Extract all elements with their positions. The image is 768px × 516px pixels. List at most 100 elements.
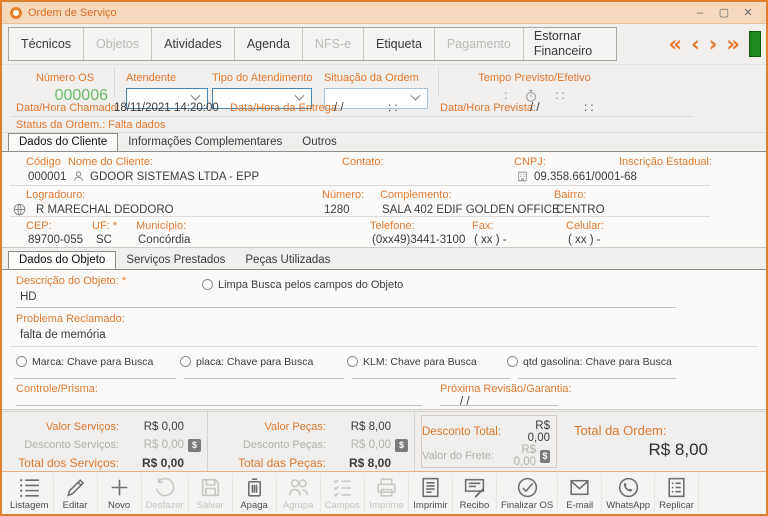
qtd-gasolina-input[interactable] — [518, 378, 676, 379]
telefone-value[interactable]: (0xx49)3441-3100 — [372, 234, 465, 246]
proxima-revisao-value[interactable]: / / — [460, 396, 470, 408]
limpa-busca-radio[interactable] — [202, 279, 213, 290]
minimize-button[interactable]: – — [690, 5, 710, 21]
tab-pecas-utilizadas[interactable]: Peças Utilizadas — [235, 252, 340, 269]
document-icon — [418, 475, 443, 500]
codigo-value[interactable]: 000001 — [28, 171, 66, 183]
listagem-button[interactable]: Listagem — [6, 474, 54, 514]
tab-agenda[interactable]: Agenda — [235, 28, 303, 60]
desconto-servicos-money-button[interactable]: $ — [188, 439, 201, 452]
proxima-revisao-input[interactable] — [440, 405, 558, 406]
numero-value[interactable]: 1280 — [324, 204, 350, 216]
tab-estornar-financeiro[interactable]: Estornar Financeiro — [524, 28, 616, 60]
uf-value[interactable]: SC — [96, 234, 112, 246]
tab-outros[interactable]: Outros — [292, 134, 347, 151]
logradouro-label: Logradouro: — [26, 189, 85, 201]
whatsapp-icon — [616, 475, 641, 500]
client-person-icon[interactable] — [72, 170, 85, 183]
fax-value[interactable]: ( xx ) - — [474, 234, 507, 246]
desconto-pecas-value: R$ 0,00 — [336, 439, 391, 451]
complemento-label: Complemento: — [380, 189, 452, 201]
totals-band: Valor Serviços: R$ 0,00 Desconto Serviço… — [2, 411, 766, 471]
agrupa-button: Agrupa — [277, 474, 321, 514]
tab-dados-do-cliente[interactable]: Dados do Cliente — [8, 133, 118, 152]
tab-tecnicos[interactable]: Técnicos — [9, 28, 84, 60]
hora-entrega-value[interactable]: : : — [388, 102, 398, 114]
apaga-button[interactable]: Apaga — [233, 474, 277, 514]
data-hora-entrega-label: Data/Hora da Entrega: — [230, 102, 340, 114]
placa-radio[interactable] — [180, 356, 191, 367]
novo-button[interactable]: Novo — [98, 474, 142, 514]
controle-prisma-label: Controle/Prisma: — [16, 383, 98, 395]
total-ordem-value: R$ 8,00 — [648, 440, 708, 460]
next-record-button[interactable]: › — [709, 34, 718, 55]
proxima-revisao-label: Próxima Revisão/Garantia: — [440, 383, 571, 395]
tab-atividades[interactable]: Atividades — [152, 28, 235, 60]
envelope-icon — [567, 475, 592, 500]
qtd-gasolina-radio[interactable] — [507, 356, 518, 367]
cep-value[interactable]: 89700-055 — [28, 234, 83, 246]
marca-radio[interactable] — [16, 356, 27, 367]
divider — [10, 216, 710, 217]
data-entrega-value[interactable]: / / — [334, 102, 344, 114]
placa-input[interactable] — [184, 378, 344, 379]
cnpj-value[interactable]: 09.358.661/0001-68 — [534, 171, 637, 183]
editar-button[interactable]: Editar — [54, 474, 98, 514]
whatsapp-button[interactable]: WhatsApp — [602, 474, 655, 514]
previous-record-button[interactable]: ‹ — [691, 34, 700, 55]
tab-dados-do-objeto[interactable]: Dados do Objeto — [8, 251, 116, 270]
municipio-value[interactable]: Concórdia — [138, 234, 190, 246]
tipo-atendimento-label: Tipo do Atendimento — [212, 72, 313, 84]
desconto-pecas-money-button[interactable]: $ — [395, 439, 408, 452]
numero-os-label: Número OS — [36, 72, 94, 84]
status-ordem-value: Falta dados — [108, 119, 165, 131]
floppy-disk-icon — [198, 475, 223, 500]
hora-prevista-value[interactable]: : : — [584, 102, 594, 114]
bairro-value[interactable]: CENTRO — [556, 204, 605, 216]
desconto-total-label: Desconto Total: — [422, 426, 501, 438]
email-button[interactable]: E-mail — [558, 474, 602, 514]
logradouro-value[interactable]: R MARECHAL DEODORO — [36, 204, 174, 216]
celular-value[interactable]: ( xx ) - — [568, 234, 601, 246]
first-record-button[interactable]: « — [669, 34, 683, 55]
record-state-indicator — [749, 31, 761, 57]
order-header: Número OS 000006 Atendente Tipo do Atend… — [2, 64, 766, 99]
check-circle-icon — [515, 475, 540, 500]
imprimir-button[interactable]: Imprimir — [409, 474, 453, 514]
marca-input[interactable] — [14, 378, 176, 379]
globe-icon[interactable] — [12, 202, 27, 217]
numero-label: Número: — [322, 189, 364, 201]
descricao-objeto-value[interactable]: HD — [20, 291, 37, 303]
frete-money-button[interactable]: $ — [540, 450, 550, 463]
total-ordem-label: Total da Ordem: — [574, 423, 667, 438]
recibo-button[interactable]: Recibo — [453, 474, 497, 514]
replicar-button[interactable]: Replicar — [655, 474, 699, 514]
close-button[interactable]: ✕ — [738, 5, 758, 21]
ordem-de-servico-window: Ordem de Serviço – ▢ ✕ Técnicos Objetos … — [0, 0, 768, 516]
status-row: Status da Ordem.: Falta dados — [2, 117, 766, 133]
finalizar-os-button[interactable]: Finalizar OS — [497, 474, 558, 514]
data-prevista-value[interactable]: / / — [530, 102, 540, 114]
tab-informacoes-complementares[interactable]: Informações Complementares — [118, 134, 292, 151]
controle-prisma-input[interactable] — [16, 405, 422, 406]
tab-servicos-prestados[interactable]: Serviços Prestados — [116, 252, 235, 269]
desfazer-button: Desfazer — [142, 474, 189, 514]
complemento-value[interactable]: SALA 402 EDIF GOLDEN OFFICE — [382, 204, 560, 216]
bottom-toolbar: Listagem Editar Novo De — [2, 471, 766, 514]
problema-reclamado-value[interactable]: falta de memória — [20, 329, 106, 341]
maximize-button[interactable]: ▢ — [714, 5, 734, 21]
data-chamado-value[interactable]: 18/11/2021 — [114, 102, 171, 114]
desconto-total-value: R$ 0,00 — [511, 420, 550, 444]
hora-chamado-value[interactable]: 14:20:00 — [174, 102, 219, 114]
dates-row: Data/Hora Chamado: 18/11/2021 14:20:00 D… — [2, 99, 766, 117]
window-title: Ordem de Serviço — [28, 7, 117, 19]
last-record-button[interactable]: » — [726, 34, 740, 55]
cnpj-lookup-icon[interactable] — [516, 170, 529, 183]
receipt-pen-icon — [462, 475, 487, 500]
tab-etiqueta[interactable]: Etiqueta — [364, 28, 435, 60]
tab-objetos: Objetos — [84, 28, 152, 60]
client-panel: Dados do Cliente Informações Complementa… — [2, 133, 766, 248]
klm-radio[interactable] — [347, 356, 358, 367]
nome-cliente-value[interactable]: GDOOR SISTEMAS LTDA - EPP — [90, 171, 259, 183]
klm-input[interactable] — [352, 378, 510, 379]
